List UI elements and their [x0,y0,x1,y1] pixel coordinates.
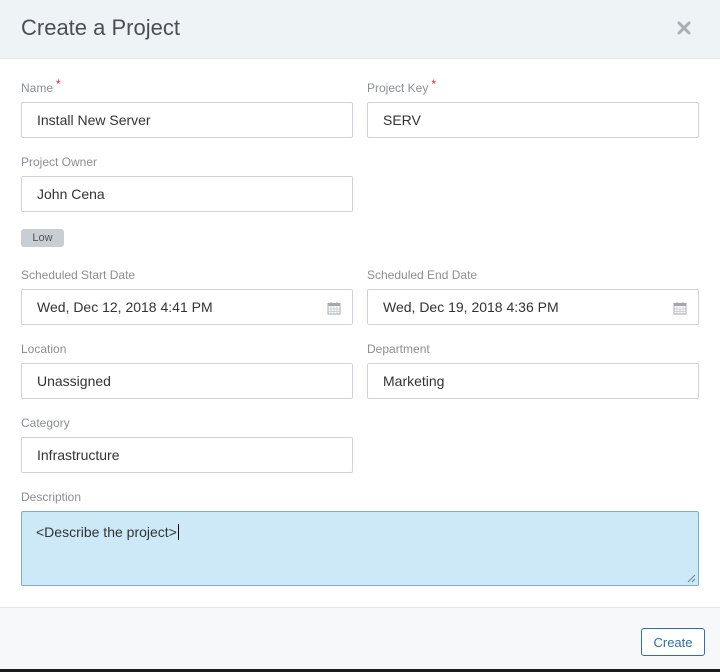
start-date-picker[interactable]: Wed, Dec 12, 2018 4:41 PM [21,289,353,325]
description-label: Description [21,490,82,504]
close-icon[interactable] [672,16,696,40]
end-date-label: Scheduled End Date [367,268,478,282]
name-label: Name * [21,77,61,95]
dialog-footer: Create [0,607,720,670]
create-project-dialog: Create a Project Name * Install New Serve… [0,0,720,672]
create-button[interactable]: Create [641,628,705,656]
description-textarea[interactable]: <Describe the project> [21,511,699,586]
department-input[interactable]: Marketing [367,363,699,399]
project-key-value: SERV [383,112,421,128]
start-date-label: Scheduled Start Date [21,268,136,282]
project-owner-value: John Cena [37,186,105,202]
department-label: Department [367,342,430,356]
category-value: Infrastructure [37,447,120,463]
calendar-icon[interactable] [673,301,687,315]
dialog-header: Create a Project [0,0,720,59]
category-label: Category [21,416,70,430]
resize-handle-icon[interactable] [687,574,696,583]
project-owner-label: Project Owner [21,155,98,169]
location-value: Unassigned [37,373,111,389]
name-input[interactable]: Install New Server [21,102,353,138]
text-caret [177,524,179,540]
calendar-icon[interactable] [327,301,341,315]
start-date-value: Wed, Dec 12, 2018 4:41 PM [37,299,213,315]
project-key-label: Project Key * [367,77,437,95]
category-input[interactable]: Infrastructure [21,437,353,473]
location-input[interactable]: Unassigned [21,363,353,399]
dialog-title: Create a Project [21,15,180,40]
project-owner-input[interactable]: John Cena [21,176,353,212]
project-key-input[interactable]: SERV [367,102,699,138]
priority-badge[interactable]: Low [21,229,64,247]
required-marker: * [431,77,437,91]
end-date-picker[interactable]: Wed, Dec 19, 2018 4:36 PM [367,289,699,325]
department-value: Marketing [383,373,445,389]
description-value: <Describe the project> [36,524,179,540]
name-value: Install New Server [37,112,151,128]
location-label: Location [21,342,67,356]
end-date-value: Wed, Dec 19, 2018 4:36 PM [383,299,559,315]
required-marker: * [56,77,61,91]
